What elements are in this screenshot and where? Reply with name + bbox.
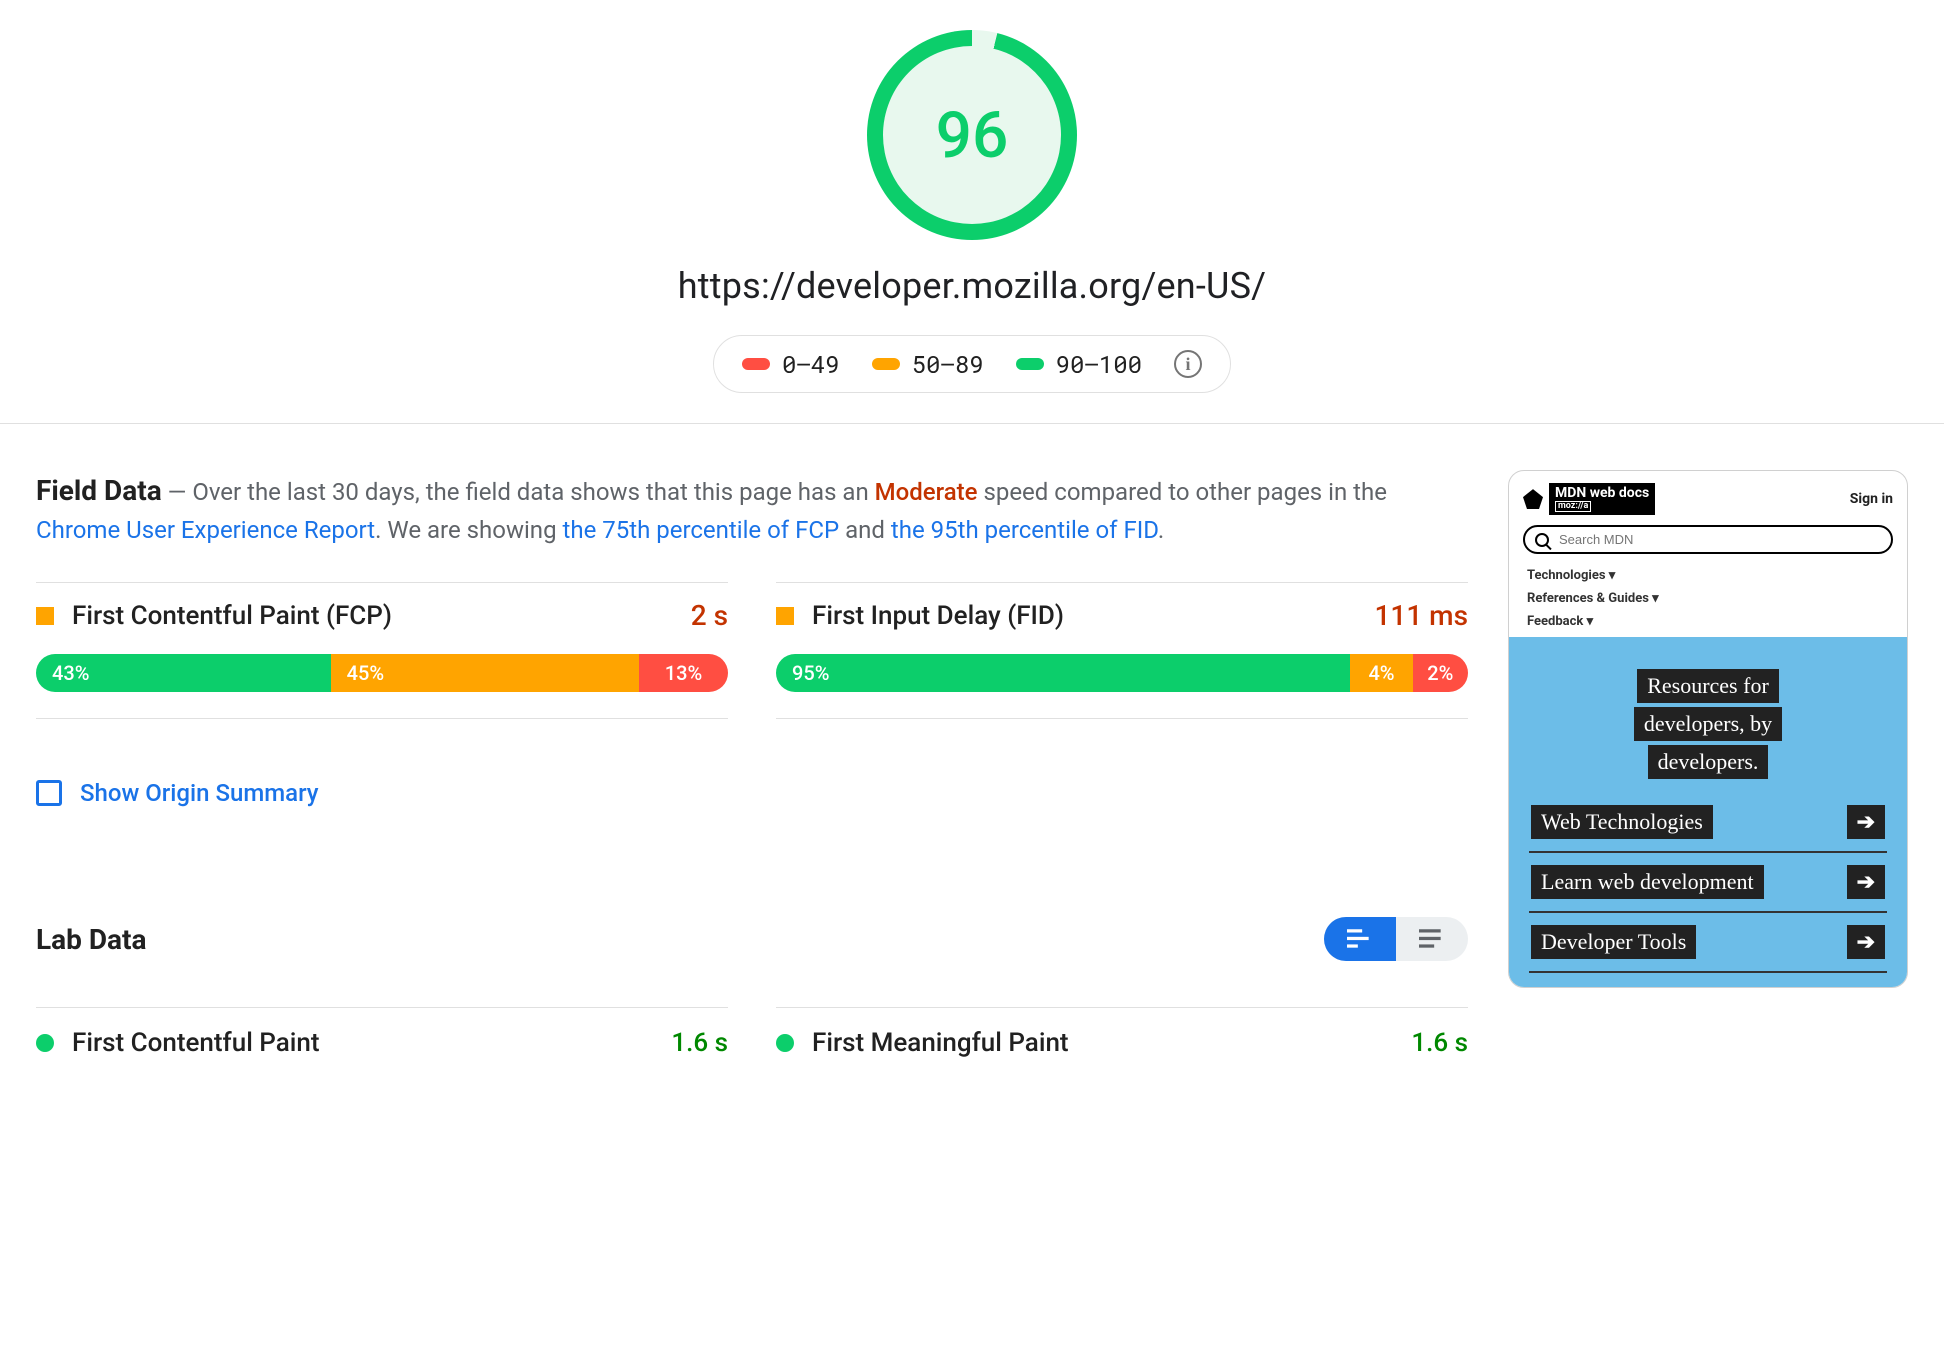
seg-poor: 2% bbox=[1413, 654, 1468, 692]
arrow-right-icon: ➔ bbox=[1847, 865, 1885, 899]
search-icon bbox=[1535, 533, 1549, 547]
seg-poor: 13% bbox=[639, 654, 728, 692]
metric-value: 111 ms bbox=[1374, 599, 1468, 632]
field-metrics: First Contentful Paint (FCP) 2 s 43% 45%… bbox=[36, 582, 1468, 719]
preview-hero: Resources for developers, by developers.… bbox=[1509, 637, 1907, 987]
legend-green: 90–100 bbox=[1016, 348, 1142, 380]
distribution-bar: 95% 4% 2% bbox=[776, 654, 1468, 692]
preview-link-item: Developer Tools➔ bbox=[1529, 913, 1887, 973]
view-toggle-detailed-button[interactable] bbox=[1324, 917, 1396, 961]
fcp-percentile-link[interactable]: the 75th percentile of FCP bbox=[563, 516, 840, 544]
preview-link-item: Web Technologies➔ bbox=[1529, 793, 1887, 853]
lab-metric-name: First Meaningful Paint bbox=[812, 1028, 1393, 1058]
field-data-title: Field Data bbox=[36, 474, 162, 507]
legend-green-label: 90–100 bbox=[1056, 348, 1142, 380]
arrow-right-icon: ➔ bbox=[1847, 805, 1885, 839]
preview-link-item: Learn web development➔ bbox=[1529, 853, 1887, 913]
preview-nav-item: References & Guides ▾ bbox=[1523, 587, 1893, 610]
status-dot-icon bbox=[36, 1034, 54, 1052]
distribution-bar: 43% 45% 13% bbox=[36, 654, 728, 692]
compact-view-icon bbox=[1419, 929, 1445, 949]
score-legend: 0–49 50–89 90–100 i bbox=[713, 335, 1231, 393]
legend-orange-label: 50–89 bbox=[912, 348, 984, 380]
lab-metric-value: 1.6 s bbox=[671, 1028, 728, 1058]
metric-name: First Contentful Paint (FCP) bbox=[72, 601, 673, 631]
metric-fcp[interactable]: First Contentful Paint (FCP) 2 s 43% 45%… bbox=[36, 582, 728, 719]
view-toggle bbox=[1324, 917, 1468, 961]
mdn-brand-badge: MDN web docs moz://a bbox=[1549, 483, 1655, 515]
legend-green-swatch bbox=[1016, 358, 1044, 370]
score-value: 96 bbox=[883, 46, 1061, 224]
legend-orange: 50–89 bbox=[872, 348, 984, 380]
preview-nav-item: Feedback ▾ bbox=[1523, 610, 1893, 633]
score-header: 96 https://developer.mozilla.org/en-US/ … bbox=[0, 0, 1944, 424]
tested-url: https://developer.mozilla.org/en-US/ bbox=[0, 265, 1944, 307]
seg-needs-improvement: 45% bbox=[331, 654, 639, 692]
status-square-icon bbox=[776, 607, 794, 625]
lab-metric-fmp[interactable]: First Meaningful Paint 1.6 s bbox=[776, 1007, 1468, 1066]
lab-data-header: Lab Data bbox=[36, 917, 1468, 961]
lab-metric-name: First Contentful Paint bbox=[72, 1028, 653, 1058]
lab-metric-fcp[interactable]: First Contentful Paint 1.6 s bbox=[36, 1007, 728, 1066]
seg-good: 43% bbox=[36, 654, 331, 692]
lab-metric-value: 1.6 s bbox=[1411, 1028, 1468, 1058]
speed-rating: Moderate bbox=[875, 478, 978, 506]
show-origin-summary-checkbox[interactable]: Show Origin Summary bbox=[36, 779, 1468, 807]
legend-red-label: 0–49 bbox=[782, 348, 840, 380]
mdn-logo-icon bbox=[1523, 489, 1543, 509]
show-origin-summary-label: Show Origin Summary bbox=[80, 779, 319, 807]
status-square-icon bbox=[36, 607, 54, 625]
preview-signin: Sign in bbox=[1850, 491, 1893, 507]
preview-nav-item: Technologies ▾ bbox=[1523, 564, 1893, 587]
crux-report-link[interactable]: Chrome User Experience Report bbox=[36, 516, 375, 544]
metric-name: First Input Delay (FID) bbox=[812, 601, 1356, 631]
preview-search bbox=[1523, 525, 1893, 554]
detailed-view-icon bbox=[1347, 929, 1373, 949]
lab-data-title: Lab Data bbox=[36, 923, 146, 956]
page-preview-thumbnail: MDN web docs moz://a Sign in Technologie… bbox=[1508, 470, 1908, 988]
field-data-intro: Field Data — Over the last 30 days, the … bbox=[36, 470, 1468, 548]
score-gauge: 96 bbox=[867, 30, 1077, 240]
checkbox-icon bbox=[36, 780, 62, 806]
legend-red-swatch bbox=[742, 358, 770, 370]
metric-value: 2 s bbox=[691, 599, 728, 632]
legend-red: 0–49 bbox=[742, 348, 840, 380]
metric-fid[interactable]: First Input Delay (FID) 111 ms 95% 4% 2% bbox=[776, 582, 1468, 719]
info-icon[interactable]: i bbox=[1174, 350, 1202, 378]
lab-metrics: First Contentful Paint 1.6 s First Meani… bbox=[36, 1007, 1468, 1066]
arrow-right-icon: ➔ bbox=[1847, 925, 1885, 959]
status-dot-icon bbox=[776, 1034, 794, 1052]
view-toggle-compact-button[interactable] bbox=[1396, 917, 1468, 961]
preview-search-input bbox=[1557, 531, 1881, 548]
legend-orange-swatch bbox=[872, 358, 900, 370]
seg-needs-improvement: 4% bbox=[1350, 654, 1412, 692]
fid-percentile-link[interactable]: the 95th percentile of FID bbox=[891, 516, 1158, 544]
seg-good: 95% bbox=[776, 654, 1350, 692]
